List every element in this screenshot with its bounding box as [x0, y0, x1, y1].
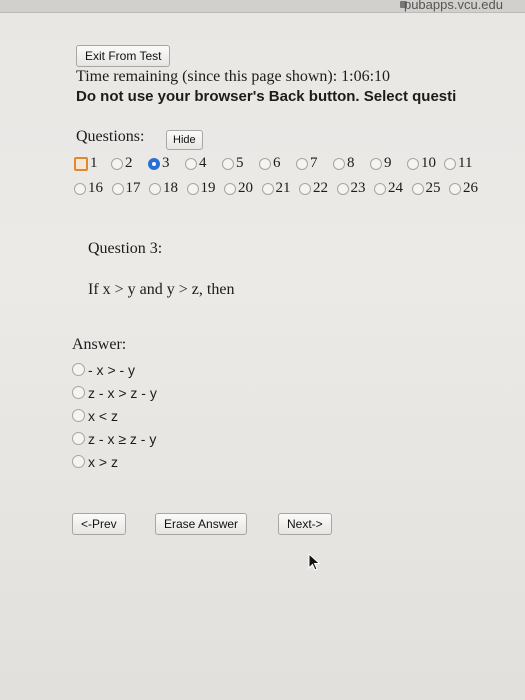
question-nav-item[interactable]: 17: [111, 180, 150, 197]
answer-label: Answer:: [72, 336, 127, 353]
question-nav-item[interactable]: 2: [111, 155, 148, 172]
question-number: 1: [90, 155, 98, 171]
question-number: 9: [384, 155, 392, 171]
question-nav-item[interactable]: 9: [370, 155, 407, 172]
question-number: 10: [421, 155, 436, 171]
question-number: 3: [162, 155, 170, 171]
question-number: 25: [425, 180, 441, 196]
question-number: 21: [275, 180, 291, 196]
question-radio[interactable]: [370, 157, 382, 170]
question-nav-item[interactable]: 10: [407, 155, 444, 172]
answer-option[interactable]: - x > - y: [72, 358, 157, 381]
question-nav-item[interactable]: 11: [444, 155, 481, 172]
prev-button[interactable]: <-Prev: [72, 513, 126, 535]
question-radio[interactable]: [185, 157, 197, 170]
question-number: 4: [199, 155, 207, 171]
question-radio[interactable]: [222, 157, 234, 170]
question-nav-item[interactable]: 4: [185, 155, 222, 172]
time-remaining: Time remaining (since this page shown): …: [76, 68, 391, 85]
radio-button[interactable]: [72, 409, 85, 422]
question-number: 2: [125, 155, 133, 171]
question-nav-item[interactable]: 6: [259, 155, 296, 172]
answer-option[interactable]: z - x ≥ z - y: [72, 427, 157, 450]
question-number: 23: [350, 180, 366, 196]
question-number: 11: [458, 155, 473, 171]
answer-option-label: z - x > z - y: [88, 384, 157, 401]
question-number: 22: [313, 180, 328, 196]
question-radio[interactable]: [74, 182, 86, 195]
question-radio[interactable]: [74, 156, 88, 171]
radio-button[interactable]: [72, 386, 85, 399]
next-button[interactable]: Next->: [278, 513, 332, 535]
browser-address-bar: pubapps.vcu.edu: [0, 0, 525, 13]
question-radio[interactable]: [261, 182, 274, 195]
question-number: 8: [347, 155, 355, 171]
question-nav-item[interactable]: 1: [74, 155, 111, 172]
question-nav-item[interactable]: 18: [149, 180, 187, 197]
question-text: If x > y and y > z, then: [88, 281, 235, 298]
question-number: 20: [238, 180, 253, 196]
question-nav-item[interactable]: 24: [374, 180, 412, 197]
answer-options: - x > - y z - x > z - y x < z z - x ≥ z …: [72, 358, 157, 473]
question-nav-item[interactable]: 16: [74, 180, 112, 197]
question-number: 24: [388, 180, 403, 196]
question-radio[interactable]: [336, 182, 349, 195]
question-radio[interactable]: [224, 182, 236, 195]
question-radio[interactable]: [411, 182, 424, 195]
back-button-warning: Do not use your browser's Back button. S…: [76, 88, 457, 105]
radio-button[interactable]: [72, 432, 85, 445]
question-nav-item[interactable]: 20: [224, 180, 262, 197]
question-nav-item[interactable]: 22: [299, 180, 337, 197]
answer-option[interactable]: x < z: [72, 404, 157, 427]
question-number: 19: [200, 180, 216, 196]
erase-answer-button[interactable]: Erase Answer: [155, 513, 248, 535]
question-radio[interactable]: [186, 182, 199, 195]
radio-button[interactable]: [72, 455, 85, 468]
question-radio[interactable]: [111, 157, 123, 170]
question-nav-item[interactable]: 19: [186, 180, 225, 197]
questions-label: Questions:: [76, 128, 145, 145]
question-nav-row-1: 1 2 3 4 5 6 7 8 9 10 11: [74, 155, 481, 172]
answer-option-label: x > z: [88, 453, 118, 470]
question-title: Question 3:: [88, 240, 163, 257]
question-number: 16: [88, 180, 103, 196]
question-radio[interactable]: [374, 182, 386, 195]
question-radio[interactable]: [299, 182, 311, 195]
question-nav-item[interactable]: 26: [449, 180, 487, 197]
answer-option-label: - x > - y: [88, 361, 136, 378]
question-radio[interactable]: [333, 157, 345, 170]
mouse-cursor-icon: [308, 553, 321, 571]
question-nav-item[interactable]: 23: [336, 180, 375, 197]
question-number: 17: [125, 180, 141, 196]
question-radio[interactable]: [149, 182, 161, 195]
question-number: 5: [236, 155, 244, 171]
question-radio[interactable]: [449, 182, 461, 195]
question-radio[interactable]: [296, 157, 308, 170]
question-nav-item[interactable]: 8: [333, 155, 370, 172]
question-nav-row-2: 16 17 18 19 20 21 22 23 24 25 26: [74, 180, 487, 197]
question-nav-item[interactable]: 25: [411, 180, 450, 197]
exit-test-button[interactable]: Exit From Test: [76, 45, 171, 67]
radio-button[interactable]: [72, 363, 85, 376]
question-radio[interactable]: [444, 157, 456, 170]
answer-option-label: z - x ≥ z - y: [88, 430, 157, 447]
question-radio[interactable]: [259, 157, 271, 170]
question-number: 26: [463, 180, 478, 196]
answer-option[interactable]: x > z: [72, 450, 157, 473]
question-nav-item[interactable]: 3: [148, 155, 185, 172]
question-number: 6: [273, 155, 281, 171]
hide-button[interactable]: Hide: [166, 130, 203, 150]
question-nav-item[interactable]: 7: [296, 155, 333, 172]
answer-option[interactable]: z - x > z - y: [72, 381, 157, 404]
question-radio[interactable]: [407, 157, 419, 170]
question-nav-item[interactable]: 5: [222, 155, 259, 172]
question-nav-item[interactable]: 21: [261, 180, 300, 197]
question-radio[interactable]: [111, 182, 124, 195]
question-radio[interactable]: [148, 157, 160, 170]
question-number: 18: [163, 180, 178, 196]
question-number: 7: [310, 155, 318, 171]
answer-option-label: x < z: [88, 407, 118, 424]
url-text: pubapps.vcu.edu: [403, 0, 503, 12]
